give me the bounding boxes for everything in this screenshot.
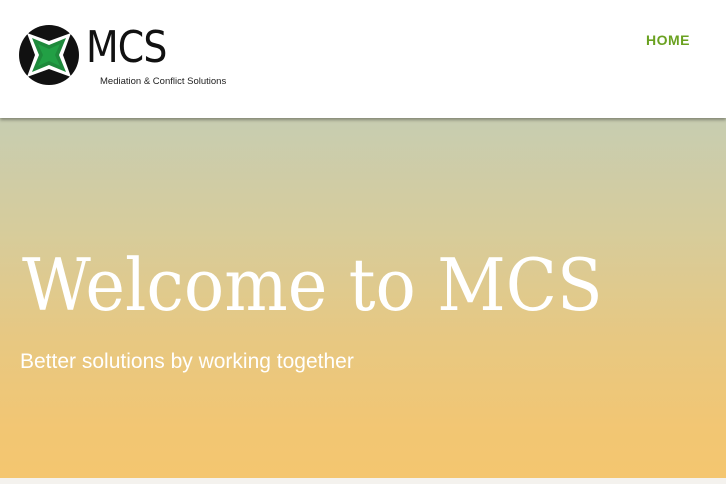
hero-bottom-divider xyxy=(0,478,726,484)
logo-wordmark: MCS xyxy=(86,22,167,73)
nav-home-link[interactable]: HOME xyxy=(646,31,690,49)
hero-banner: Welcome to MCS Better solutions by worki… xyxy=(0,118,726,484)
hero-title: Welcome to MCS xyxy=(22,243,603,327)
logo-tagline: Mediation & Conflict Solutions xyxy=(100,76,227,87)
mcs-logo-icon xyxy=(19,25,79,85)
site-logo[interactable]: MCS Mediation & Conflict Solutions xyxy=(18,22,226,92)
hero-subtitle: Better solutions by working together xyxy=(20,350,354,373)
site-header: MCS Mediation & Conflict Solutions HOME xyxy=(0,0,726,118)
